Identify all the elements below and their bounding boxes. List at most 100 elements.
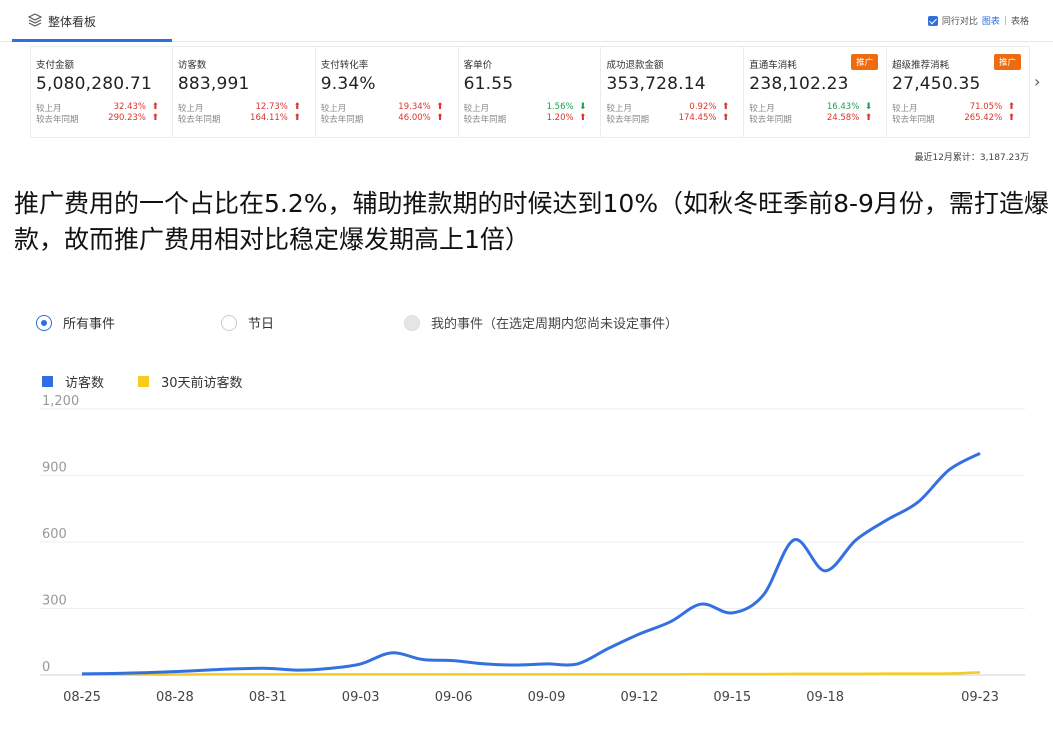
chart-legend: 访客数 30天前访客数 [42,372,243,391]
metric-card[interactable]: 支付金额 5,080,280.71 较上月 32.43% ⬆ 较去年同期 290.23% ⬆ [30,46,173,138]
yoy-label: 较去年同期 [892,115,935,125]
visitors-line-chart: 0 300 600 900 1,200 08-25 08-28 08-31 09-03 09-06… [40,395,1025,705]
series-line-visitors-30d[interactable] [81,671,981,676]
metric-card[interactable]: 访客数 883,991 较上月 12.73% ⬆ 较去年同期 164.11% ⬆ [172,46,316,138]
yoy-value: 265.42% [964,113,1003,123]
mom-value: 1.56% [546,102,574,112]
metric-value: 353,728.14 [606,74,706,94]
event-label-all: 所有事件 [63,317,116,332]
x-tick-label: 09-12 [620,690,658,705]
metric-card[interactable]: 超级推荐消耗 27,450.35 推广 较上月 71.05% ⬆ 较去年同期 265.42% ⬆ [887,46,1031,138]
yoy-label: 较去年同期 [749,115,792,125]
yoy-label: 较去年同期 [36,115,79,125]
view-table-button[interactable]: 表格 [1011,14,1029,27]
legend-label-visitors: 访客数 [65,376,105,391]
arrow-up-icon: ⬆ [293,113,301,123]
yoy-row: 较去年同期 46.00% ⬆ [321,113,449,125]
promo-badge: 推广 [851,54,879,70]
top-header: 整体看板 同行对比 图表 | 表格 [0,0,1053,42]
total-note: 最近12月累计：3,187.23万 [914,153,1029,163]
y-tick-label: 0 [42,660,50,675]
radio-holiday[interactable] [221,314,237,331]
radio-all[interactable] [36,314,52,331]
event-option-mine: 我的事件（在选定周期内您尚未设定事件） [404,313,678,332]
legend-swatch-visitors [42,376,53,387]
yoy-value: 24.58% [826,113,860,123]
yoy-label: 较去年同期 [463,115,507,125]
arrow-down-icon: ⬇ [579,102,587,112]
event-label-mine: 我的事件（在选定周期内您尚未设定事件） [431,317,679,332]
yoy-row: 较去年同期 265.42% ⬆ [892,113,1020,125]
board-tab-indicator [12,39,172,42]
metric-label: 支付金额 [36,60,75,71]
legend-swatch-visitors-30d [138,376,150,387]
mom-value: 71.05% [969,102,1003,112]
annotation-text: 推广费用的一个占比在5.2%，辅助推款期的时候达到10%（如秋冬旺季前8-9月份… [14,189,1049,254]
yoy-value: 1.20% [546,113,574,123]
x-tick-label: 09-18 [806,690,844,705]
compare-checkbox[interactable] [927,15,938,26]
promo-badge: 推广 [994,54,1022,70]
radio-mine [404,314,420,331]
arrow-up-icon: ⬆ [1007,102,1016,112]
view-chart-button[interactable]: 图表 [982,14,1000,27]
yoy-label: 较去年同期 [320,115,364,125]
mom-value: 0.92% [689,102,717,112]
y-tick-label: 1,200 [42,395,79,409]
x-tick-label: 08-31 [249,690,287,705]
yoy-row: 较去年同期 1.20% ⬆ [464,113,592,125]
metric-value: 883,991 [177,74,250,94]
metric-card[interactable]: 客单价 61.55 较上月 1.56% ⬇ 较去年同期 1.20% ⬆ [458,46,602,138]
y-tick-label: 600 [42,527,67,542]
metric-label: 支付转化率 [320,60,369,71]
legend-item-visitors[interactable]: 访客数 [42,372,104,391]
next-cards-chevron-icon[interactable]: › [1034,72,1040,91]
x-tick-label: 09-15 [713,690,751,705]
yoy-value: 174.45% [678,113,717,123]
mom-value: 32.43% [113,102,146,112]
yoy-row: 较去年同期 164.11% ⬆ [178,113,306,125]
y-tick-label: 300 [42,594,67,609]
yoy-row: 较去年同期 174.45% ⬆ [606,113,734,125]
metric-value: 61.55 [463,74,514,94]
x-tick-label: 08-25 [63,690,101,705]
arrow-up-icon: ⬆ [579,113,587,123]
metric-label: 客单价 [463,60,493,71]
series-line-visitors[interactable] [81,451,981,676]
metric-value: 9.34% [320,74,376,94]
mom-value: 19.34% [398,102,431,112]
legend-label-visitors-30d: 30天前访客数 [161,376,243,391]
yoy-label: 较去年同期 [606,115,649,125]
arrow-up-icon: ⬆ [151,113,159,123]
arrow-up-icon: ⬆ [293,102,301,112]
metric-card[interactable]: 直通车消耗 238,102.23 推广 较上月 16.43% ⬇ 较去年同期 24.58% ⬆ [744,46,888,138]
x-tick-label: 08-28 [156,690,194,705]
arrow-down-icon: ⬇ [864,102,873,112]
view-separator: | [1003,15,1007,26]
legend-item-visitors-30d[interactable]: 30天前访客数 [138,372,243,391]
yoy-value: 46.00% [398,113,431,123]
arrow-up-icon: ⬆ [1007,113,1016,123]
mom-value: 12.73% [255,102,288,112]
y-tick-label: 900 [42,461,67,476]
metric-value: 5,080,280.71 [36,74,152,94]
board-title: 整体看板 [48,15,97,29]
metric-card[interactable]: 成功退款金额 353,728.14 较上月 0.92% ⬆ 较去年同期 174.45% ⬆ [601,46,745,138]
yoy-value: 290.23% [108,113,146,123]
event-option-holiday[interactable]: 节日 [221,313,274,332]
mom-value: 16.43% [826,102,860,112]
x-tick-label: 09-09 [528,690,566,705]
arrow-up-icon: ⬆ [436,102,444,112]
metric-card[interactable]: 支付转化率 9.34% 较上月 19.34% ⬆ 较去年同期 46.00% ⬆ [315,46,459,138]
event-label-holiday: 节日 [248,317,275,332]
x-tick-label: 09-23 [961,690,999,705]
metric-label: 访客数 [177,60,207,71]
header-controls: 同行对比 图表 | 表格 [927,14,1029,27]
compare-label[interactable]: 同行对比 [942,14,978,27]
event-option-all[interactable]: 所有事件 [36,313,115,332]
x-tick-label: 09-06 [435,690,473,705]
arrow-up-icon: ⬆ [864,113,873,123]
arrow-up-icon: ⬆ [721,102,730,112]
yoy-value: 164.11% [250,113,288,123]
metric-label: 成功退款金额 [606,60,664,71]
